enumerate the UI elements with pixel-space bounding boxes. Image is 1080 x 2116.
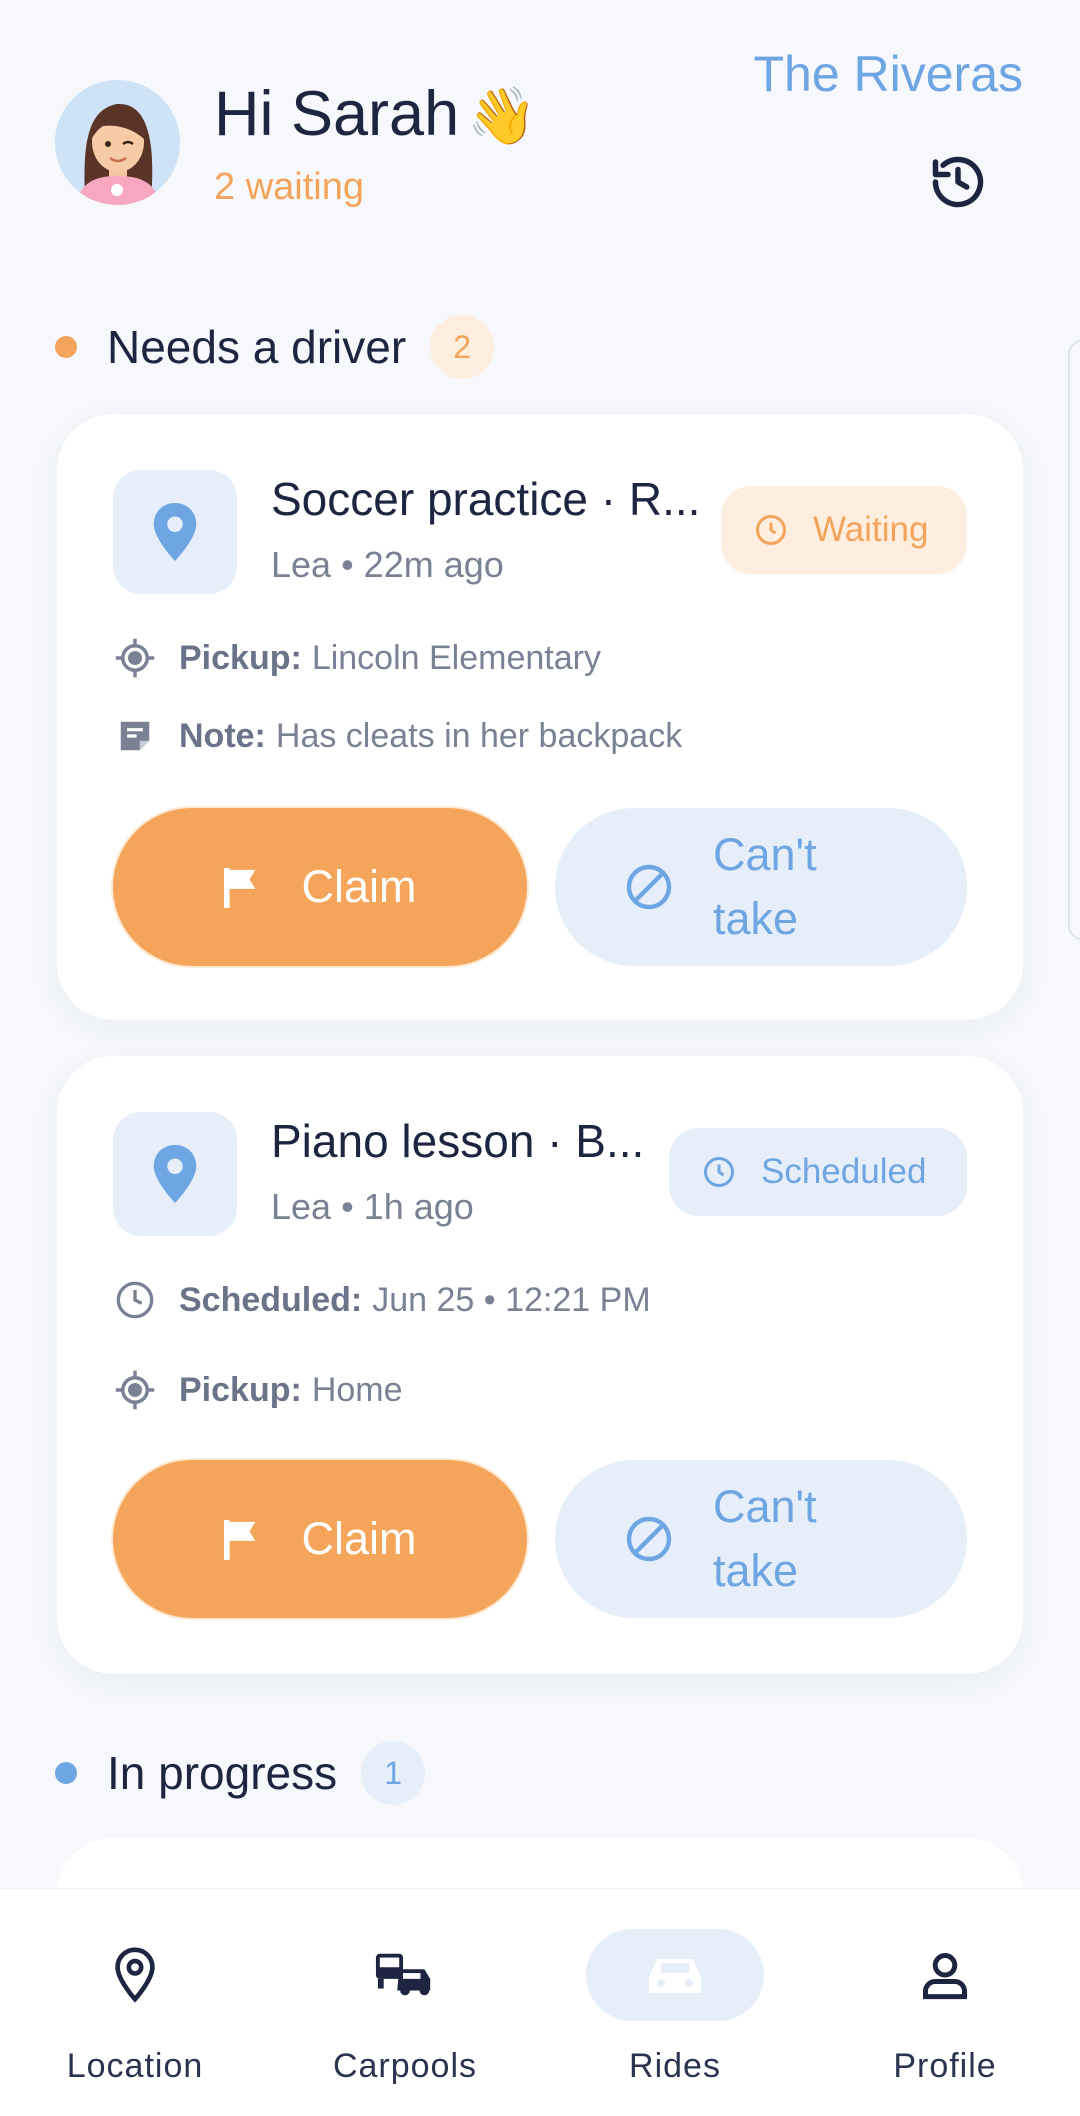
car-icon [586, 1929, 764, 2021]
greeting-text: Hi Sarah [214, 79, 460, 149]
info-row-scheduled: Scheduled: Jun 25 • 12:21 PM [113, 1278, 651, 1322]
bottom-nav: Location Carpools Rides Profile [0, 1888, 1080, 2116]
crosshair-icon [113, 1368, 157, 1412]
ride-title: Piano lesson · B... [271, 1115, 645, 1167]
header: Hi Sarah 👋 2 waiting The Riveras [0, 0, 1080, 260]
section-title: Needs a driver [107, 321, 407, 373]
ban-icon [626, 864, 672, 910]
clock-icon [704, 1157, 734, 1187]
crosshair-icon [113, 636, 157, 680]
location-pin-icon [46, 1929, 224, 2021]
claim-button-label: Claim [301, 861, 417, 912]
family-switcher[interactable]: The Riveras [753, 45, 1023, 103]
nav-item-rides[interactable]: Rides [540, 1889, 810, 2116]
status-badge-label: Waiting [813, 510, 929, 549]
nav-item-profile[interactable]: Profile [810, 1889, 1080, 2116]
ride-card[interactable]: Soccer practice · R... Lea • 22m ago Wai… [57, 414, 1023, 1020]
info-label: Pickup: [179, 638, 302, 677]
info-value: Home [311, 1370, 403, 1409]
flag-icon [224, 868, 256, 908]
ban-icon [626, 1516, 672, 1562]
section-count-badge: 2 [430, 315, 495, 379]
greeting-title: Hi Sarah 👋 [214, 78, 537, 150]
info-row-pickup: Pickup: Home [113, 1368, 403, 1412]
scroll-indicator [1068, 340, 1080, 940]
claim-button-label: Claim [301, 1513, 417, 1564]
status-badge: Scheduled [669, 1128, 967, 1216]
flag-icon [224, 1520, 256, 1560]
info-label: Pickup: [179, 1370, 302, 1409]
section-count-badge: 1 [361, 1741, 426, 1805]
info-value: Has cleats in her backpack [275, 716, 683, 755]
history-icon[interactable] [928, 152, 988, 212]
section-in-progress: In progress 1 [55, 1738, 426, 1808]
ride-subtitle: Lea • 1h ago [271, 1186, 474, 1227]
ride-subtitle: Lea • 22m ago [271, 544, 504, 585]
location-pin-icon [113, 470, 237, 594]
nav-label: Profile [893, 2047, 997, 2085]
nav-item-carpools[interactable]: Carpools [270, 1889, 540, 2116]
info-row-pickup: Pickup: Lincoln Elementary [113, 636, 601, 680]
status-badge: Waiting [721, 486, 967, 574]
cant-take-button[interactable]: Can't take [555, 808, 967, 966]
avatar[interactable] [55, 80, 180, 205]
nav-label: Location [66, 2047, 204, 2085]
nav-label: Rides [629, 2047, 721, 2085]
section-dot [55, 1762, 77, 1784]
waiting-status: 2 waiting [214, 166, 364, 208]
nav-item-location[interactable]: Location [0, 1889, 270, 2116]
wave-emoji: 👋 [467, 84, 537, 147]
claim-button[interactable]: Claim [113, 808, 527, 966]
cant-take-button-label: Can't take [713, 1481, 817, 1596]
cant-take-button[interactable]: Can't take [555, 1460, 967, 1618]
ride-title: Soccer practice · R... [271, 473, 701, 525]
section-title: In progress [107, 1747, 338, 1799]
info-value: Jun 25 • 12:21 PM [372, 1280, 651, 1319]
section-needs-driver: Needs a driver 2 [55, 312, 495, 382]
nav-label: Carpools [332, 2047, 478, 2085]
info-row-note: Note: Has cleats in her backpack [113, 714, 682, 758]
info-label: Note: [179, 716, 266, 755]
section-dot [55, 336, 77, 358]
location-pin-icon [113, 1112, 237, 1236]
clock-icon [756, 515, 786, 545]
carpool-icon [316, 1929, 494, 2021]
ride-card[interactable]: Piano lesson · B... Lea • 1h ago Schedul… [57, 1056, 1023, 1674]
info-value: Lincoln Elementary [311, 638, 601, 677]
status-badge-label: Scheduled [761, 1152, 927, 1191]
info-label: Scheduled: [179, 1280, 363, 1319]
note-icon [113, 714, 157, 758]
cant-take-button-label: Can't take [713, 829, 817, 944]
person-icon [856, 1929, 1034, 2021]
clock-icon [113, 1278, 157, 1322]
claim-button[interactable]: Claim [113, 1460, 527, 1618]
